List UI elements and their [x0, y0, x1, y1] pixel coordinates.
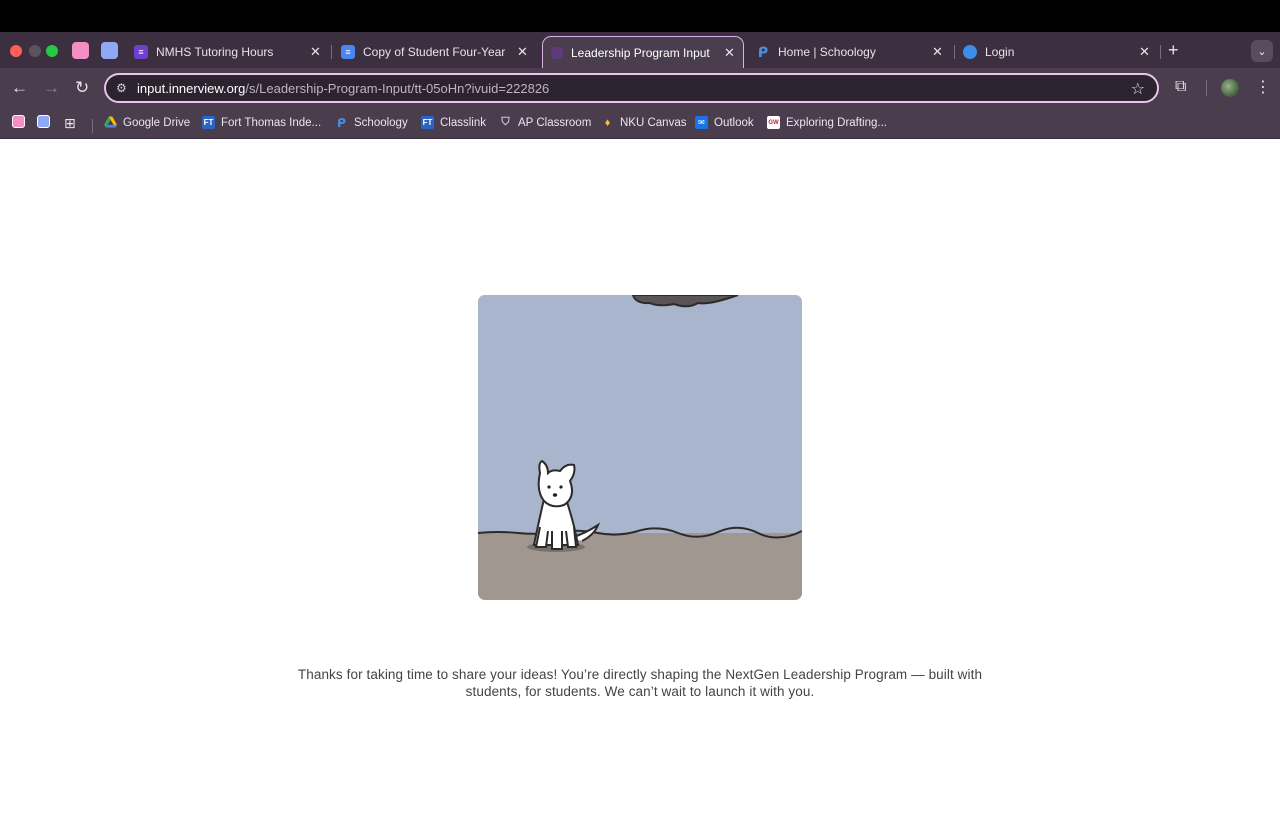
tab-close-icon[interactable]: ✕ [1139, 44, 1150, 60]
tab-search-button[interactable]: ⌄ [1251, 40, 1273, 62]
bookmark-label: Google Drive [123, 116, 191, 129]
tab-group-blue-icon[interactable] [37, 115, 50, 128]
google-forms-icon: ≡ [134, 45, 148, 59]
message-line-1: Thanks for taking time to share your ide… [297, 667, 983, 682]
tab-separator [331, 45, 332, 59]
bookmark-label: Classlink [440, 116, 487, 129]
tab-group-blue-icon[interactable] [101, 42, 118, 59]
ft-icon: FT [202, 116, 215, 129]
address-url[interactable]: input.innerview.org/s/Leadership-Program… [137, 81, 549, 96]
bookmark-label: Outlook [714, 116, 754, 129]
url-path: /s/Leadership-Program-Input/tt-05oHn?ivu… [245, 81, 550, 96]
browser-toolbar: ← → ↻ ⚙ input.innerview.org/s/Leadership… [0, 68, 1280, 108]
window-close-button[interactable] [10, 45, 22, 57]
site-info-icon[interactable]: ⚙ [116, 81, 127, 95]
tab-strip: ≡ NMHS Tutoring Hours ✕ ≡ Copy of Studen… [0, 32, 1280, 68]
bookmark-google-drive[interactable]: Google Drive [104, 116, 190, 129]
bookmark-label: Fort Thomas Inde... [221, 116, 322, 129]
browser-menu-icon[interactable]: ⋮ [1255, 77, 1271, 97]
bookmark-label: Schoology [354, 116, 408, 129]
profile-avatar[interactable] [1221, 79, 1239, 97]
bookmark-label: NKU Canvas [620, 116, 687, 129]
bookmark-nku-canvas[interactable]: ♦ NKU Canvas [601, 116, 687, 129]
tab-close-icon[interactable]: ✕ [310, 44, 321, 60]
window-minimize-button[interactable] [29, 45, 41, 57]
tab-leadership-program[interactable]: Leadership Program Input ✕ [542, 36, 744, 68]
tab-title: Leadership Program Input [571, 45, 710, 60]
bookmarks-bar: ⊞ Google Drive FT Fort Thomas Inde... ᑭ … [0, 108, 1280, 139]
gw-icon: GW [767, 116, 780, 129]
ap-shield-icon: ⛉ [501, 116, 510, 128]
innerview-icon [551, 46, 563, 59]
tab-title: Home | Schoology [778, 45, 876, 59]
bookmark-exploring-drafting[interactable]: GW Exploring Drafting... [767, 116, 887, 129]
bookmark-classlink[interactable]: FT Classlink [421, 116, 486, 129]
thank-you-illustration [478, 295, 802, 600]
tab-group-pink-icon[interactable] [72, 42, 89, 59]
bookmark-ap-classroom[interactable]: ⛉ AP Classroom [499, 116, 591, 129]
screen-top-bar [0, 0, 1280, 32]
reload-button[interactable]: ↻ [75, 78, 89, 98]
bookmark-star-icon[interactable]: ☆ [1131, 79, 1145, 99]
tab-nmhs-tutoring[interactable]: ≡ NMHS Tutoring Hours ✕ [134, 36, 324, 68]
tab-close-icon[interactable]: ✕ [932, 44, 943, 60]
tab-title: NMHS Tutoring Hours [156, 45, 274, 59]
new-tab-button[interactable]: + [1168, 40, 1179, 61]
schoology-icon: ᑭ [337, 115, 346, 130]
bookmark-label: Exploring Drafting... [786, 116, 887, 129]
tab-group-pink-icon[interactable] [12, 115, 25, 128]
window-zoom-button[interactable] [46, 45, 58, 57]
address-bar[interactable]: ⚙ input.innerview.org/s/Leadership-Progr… [104, 73, 1159, 103]
bookmark-outlook[interactable]: ✉ Outlook [695, 116, 754, 129]
classlink-icon [963, 45, 977, 59]
tab-separator [1160, 45, 1161, 59]
outlook-icon: ✉ [695, 116, 708, 129]
apps-grid-icon[interactable]: ⊞ [64, 115, 76, 132]
bookmark-fort-thomas[interactable]: FT Fort Thomas Inde... [202, 116, 321, 129]
dog-under-cloud-image [478, 295, 802, 600]
tab-title: Copy of Student Four-Year Pl [363, 45, 509, 59]
bookmark-schoology[interactable]: ᑭ Schoology [335, 115, 408, 130]
google-docs-icon: ≡ [341, 45, 355, 59]
bookmarks-separator [92, 119, 93, 133]
google-drive-icon [104, 116, 117, 128]
back-button[interactable]: ← [11, 78, 28, 98]
schoology-icon: ᑭ [757, 43, 769, 60]
bookmark-label: AP Classroom [518, 116, 592, 129]
ft-icon: FT [421, 116, 434, 129]
chevron-down-icon: ⌄ [1257, 45, 1267, 58]
extensions-puzzle-icon[interactable]: ⧉ [1175, 78, 1186, 96]
tab-login[interactable]: Login ✕ [963, 36, 1153, 68]
tab-close-icon[interactable]: ✕ [724, 45, 735, 61]
nku-flame-icon: ♦ [604, 116, 611, 129]
message-line-2: students, for students. We can’t wait to… [465, 684, 815, 699]
url-host: input.innerview.org [137, 81, 246, 96]
tab-schoology-home[interactable]: ᑭ Home | Schoology ✕ [756, 36, 946, 68]
tab-four-year-plan[interactable]: ≡ Copy of Student Four-Year Pl ✕ [341, 36, 531, 68]
tab-title: Login [985, 45, 1015, 59]
thank-you-message: Thanks for taking time to share your ide… [240, 666, 1040, 700]
tab-separator [954, 45, 955, 59]
forward-button[interactable]: → [43, 78, 60, 98]
toolbar-separator [1206, 80, 1207, 96]
tab-close-icon[interactable]: ✕ [517, 44, 528, 60]
